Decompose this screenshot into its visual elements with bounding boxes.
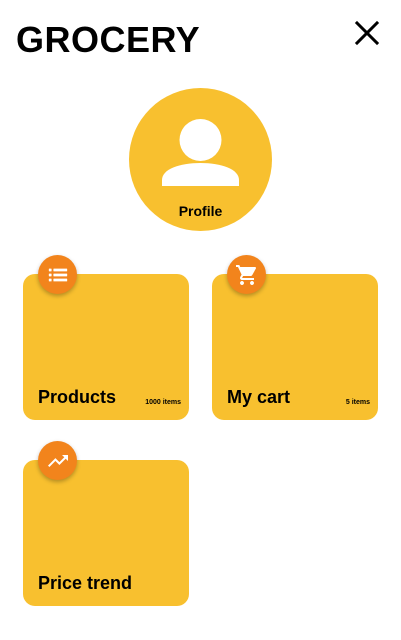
cart-card[interactable]: My cart 5 items (212, 274, 378, 420)
products-count: 1000 items (145, 399, 181, 406)
products-label: Products (38, 387, 117, 407)
trending-up-icon (47, 454, 68, 467)
profile-label: Profile (178, 203, 223, 219)
cart-badge[interactable] (227, 255, 266, 294)
price-trend-card[interactable]: Price trend (23, 460, 189, 606)
cart-count: 5 items (345, 399, 370, 406)
price-trend-badge[interactable] (38, 441, 77, 480)
person-icon (162, 119, 239, 186)
close-button[interactable] (350, 16, 384, 50)
profile-button[interactable]: Profile (129, 88, 272, 231)
app-title: GROCERY (16, 19, 201, 60)
cart-icon (235, 264, 256, 285)
cart-label: My cart (227, 387, 291, 407)
list-icon (48, 268, 67, 281)
products-card[interactable]: Products 1000 items (23, 274, 189, 420)
close-icon (354, 20, 380, 46)
price-trend-label: Price trend (38, 573, 133, 593)
products-badge[interactable] (38, 255, 77, 294)
